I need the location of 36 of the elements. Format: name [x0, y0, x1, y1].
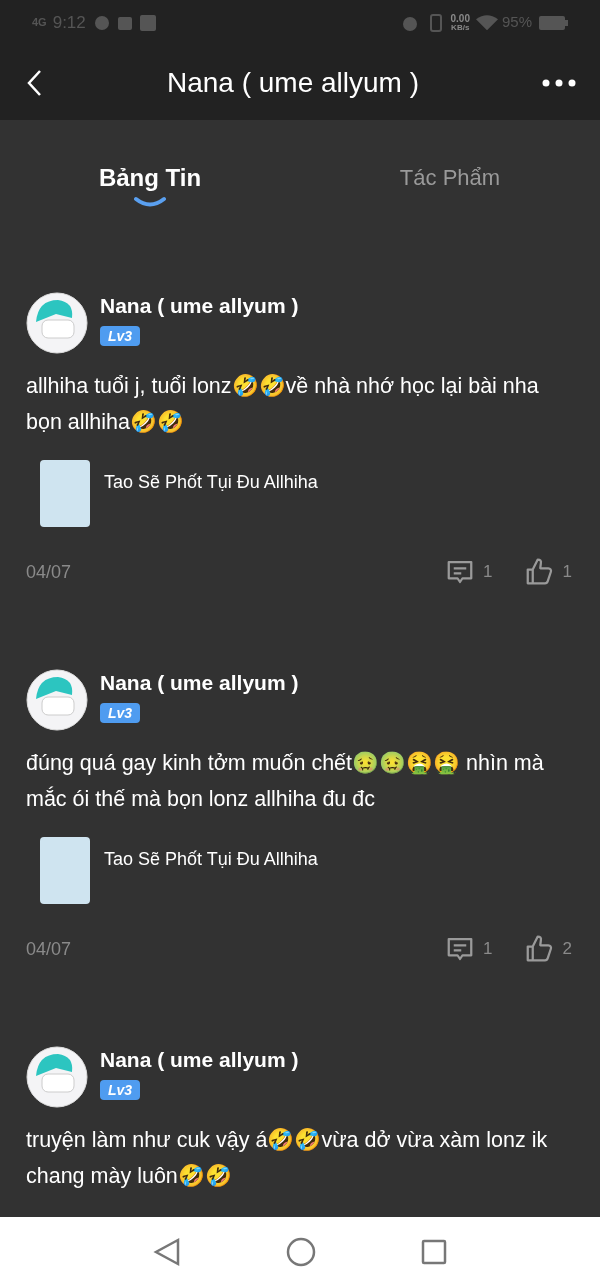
- post-text: đúng quá gay kinh tởm muốn chết🤢🤢🤮🤮 nhìn mà mắc ói thế mà bọn lonz allhiha đu đc: [26, 750, 545, 813]
- post-date: 04/07: [26, 937, 72, 961]
- book-link[interactable]: Tao Sẽ Phốt Tụi Đu Allhiha: [40, 837, 574, 904]
- book-title: Tao Sẽ Phốt Tụi Đu Allhiha: [104, 848, 318, 871]
- avatar-icon: [26, 292, 88, 354]
- book-cover-placeholder: [40, 460, 90, 527]
- author-name[interactable]: Nana ( ume allyum ): [100, 292, 299, 320]
- home-nav-icon[interactable]: [286, 1237, 316, 1267]
- speed-unit: KB/s: [451, 22, 470, 32]
- post-text: allhiha tuổi j, tuổi lonz🤣🤣về nhà nhớ học lại bài nha bọn allhiha🤣🤣: [26, 373, 540, 436]
- tab[interactable]: Bảng Tin: [98, 164, 202, 192]
- author-name[interactable]: Nana ( ume allyum ): [100, 669, 299, 697]
- like-count: 2: [562, 938, 572, 961]
- avatar-icon: [26, 1046, 88, 1108]
- wifi-icon: [475, 13, 498, 32]
- window-title: Nana ( ume allyum ): [165, 65, 421, 100]
- post-text: truyện làm như cuk vậy á🤣🤣vừa dở vừa xàm lonz ik chang mày luôn🤣🤣: [26, 1127, 549, 1190]
- recents-nav-icon[interactable]: [421, 1239, 448, 1265]
- back-nav-icon[interactable]: [152, 1237, 181, 1267]
- more-icon[interactable]: [542, 78, 576, 87]
- comment-count: 1: [483, 938, 493, 961]
- post-date: 04/07: [26, 560, 72, 584]
- tab-indicator: [133, 196, 167, 208]
- avatar-icon: [26, 669, 88, 731]
- level-badge: Lv3: [100, 703, 141, 723]
- comment-count: 1: [483, 561, 493, 584]
- battery-icon: [538, 14, 568, 31]
- speed-value: 0.00: [450, 13, 470, 23]
- book-link[interactable]: Tao Sẽ Phốt Tụi Đu Allhiha: [40, 460, 574, 527]
- level-badge: Lv3: [100, 326, 141, 346]
- book-title: Tao Sẽ Phốt Tụi Đu Allhiha: [104, 471, 318, 494]
- level-badge: Lv3: [100, 1080, 141, 1100]
- like-count: 1: [562, 561, 572, 584]
- book-cover-placeholder: [40, 837, 90, 904]
- author-name[interactable]: Nana ( ume allyum ): [100, 1046, 299, 1074]
- tab[interactable]: Tác Phẩm: [399, 164, 501, 192]
